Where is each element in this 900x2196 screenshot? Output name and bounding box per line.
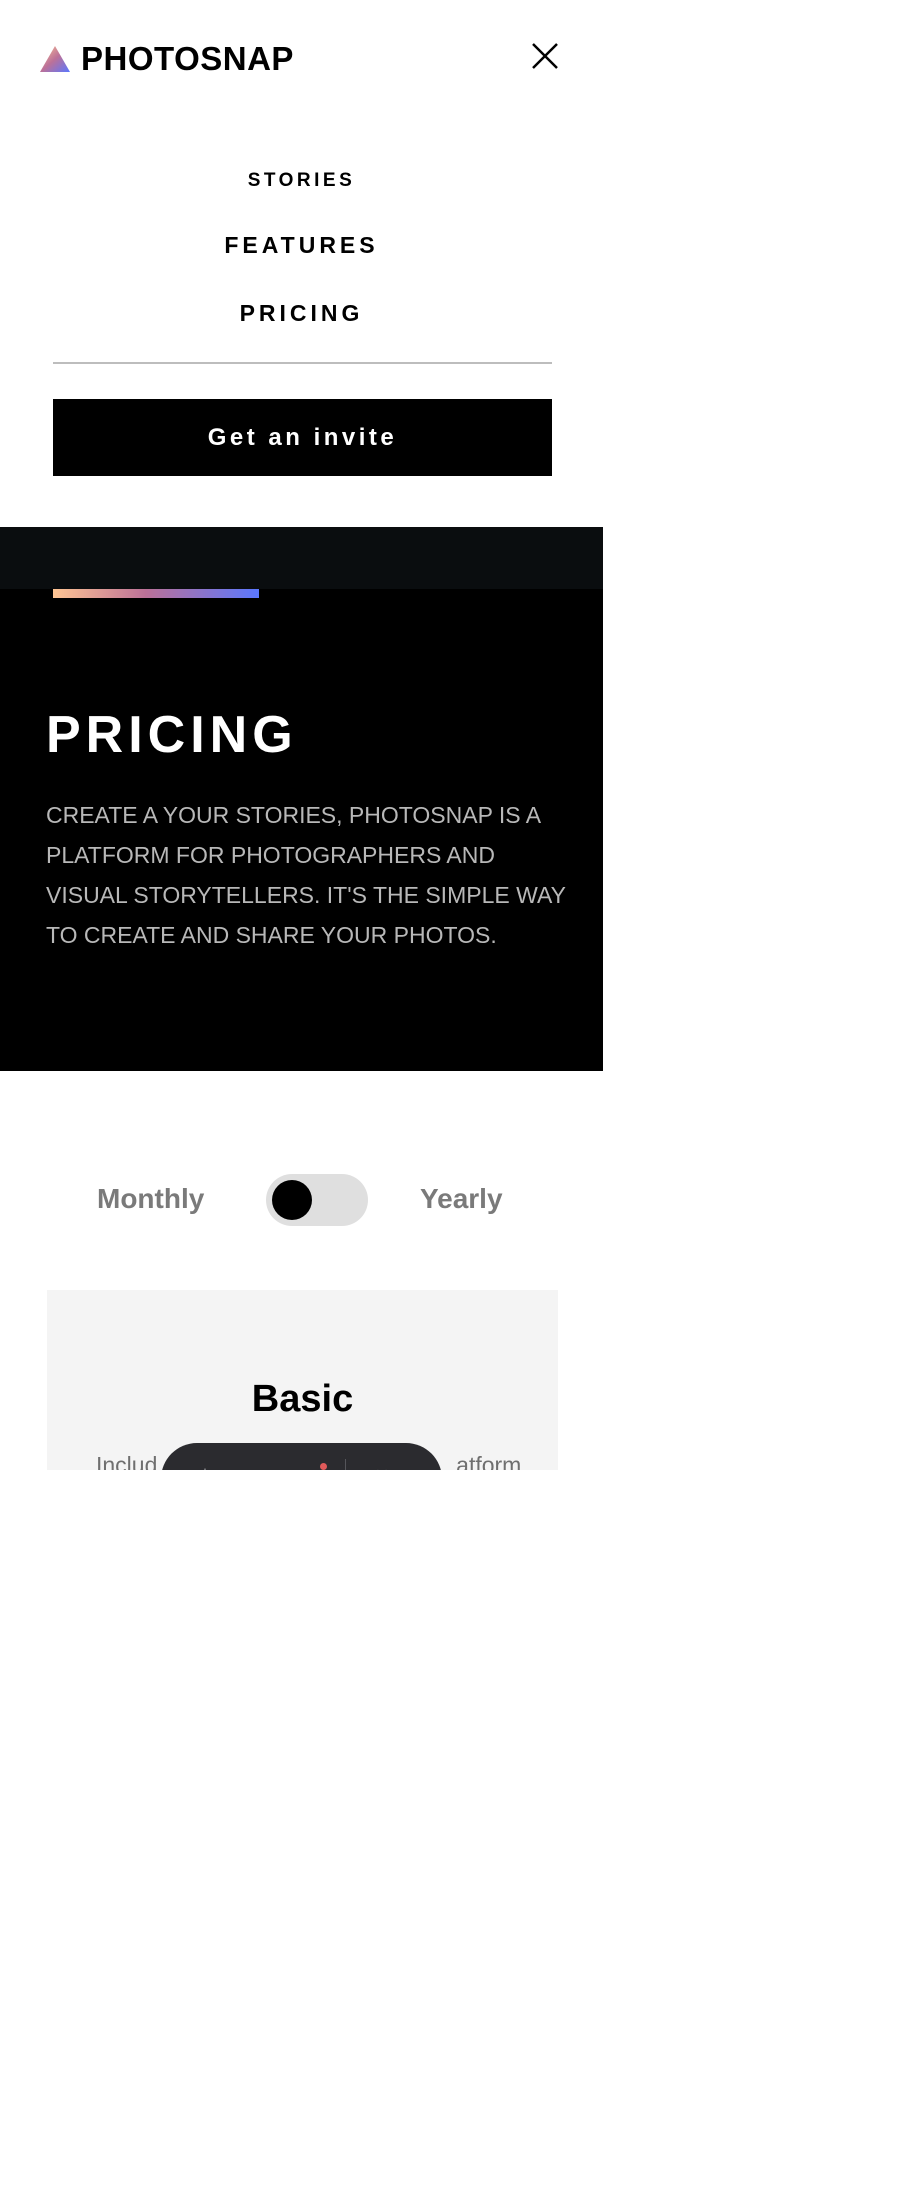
yearly-option[interactable]: Yearly [420, 1183, 503, 1215]
notification-dot [320, 1463, 327, 1470]
get-invite-button[interactable]: Get an invite [53, 399, 552, 476]
floating-toolbar [161, 1443, 442, 1470]
brand-logo[interactable]: PHOTOSNAP [40, 40, 294, 78]
text-icon [204, 1468, 206, 1470]
list-tool-button[interactable] [283, 1459, 335, 1470]
list-icon [298, 1468, 320, 1470]
brand-name: PHOTOSNAP [81, 40, 294, 77]
app-container: PHOTOSNAP STORIES FEATURES PRICING Get a… [0, 0, 603, 1470]
close-icon [532, 43, 558, 69]
monthly-option[interactable]: Monthly [97, 1183, 204, 1215]
hero-image-strip [0, 527, 603, 589]
billing-period-switch[interactable] [266, 1174, 368, 1226]
hand-tool-button[interactable] [231, 1459, 283, 1470]
toolbar-separator [345, 1459, 346, 1470]
hand-icon [246, 1468, 268, 1470]
heart-icon [377, 1469, 387, 1470]
triangle-logo-icon [40, 46, 70, 72]
nav-item-stories[interactable]: STORIES [0, 170, 603, 192]
hero-description: CREATE A YOUR STORIES, PHOTOSNAP IS A PL… [46, 802, 566, 948]
nav-item-features[interactable]: FEATURES [0, 232, 603, 259]
billing-toggle-row: Monthly Yearly [0, 1172, 603, 1228]
favorite-button[interactable] [356, 1459, 408, 1470]
page-title: PRICING [46, 706, 298, 764]
text-tool-button[interactable] [179, 1459, 231, 1470]
switch-knob [272, 1180, 312, 1220]
close-menu-button[interactable] [529, 40, 561, 72]
gradient-accent-bar [53, 589, 259, 598]
nav-divider [53, 362, 552, 364]
plan-description-end: atform [456, 1452, 522, 1470]
nav-item-pricing[interactable]: PRICING [0, 300, 603, 327]
plan-description-start: Includ [96, 1452, 158, 1470]
pricing-hero: PRICING CREATE A YOUR STORIES, PHOTOSNAP… [0, 527, 603, 1071]
plan-title: Basic [251, 1378, 354, 1420]
